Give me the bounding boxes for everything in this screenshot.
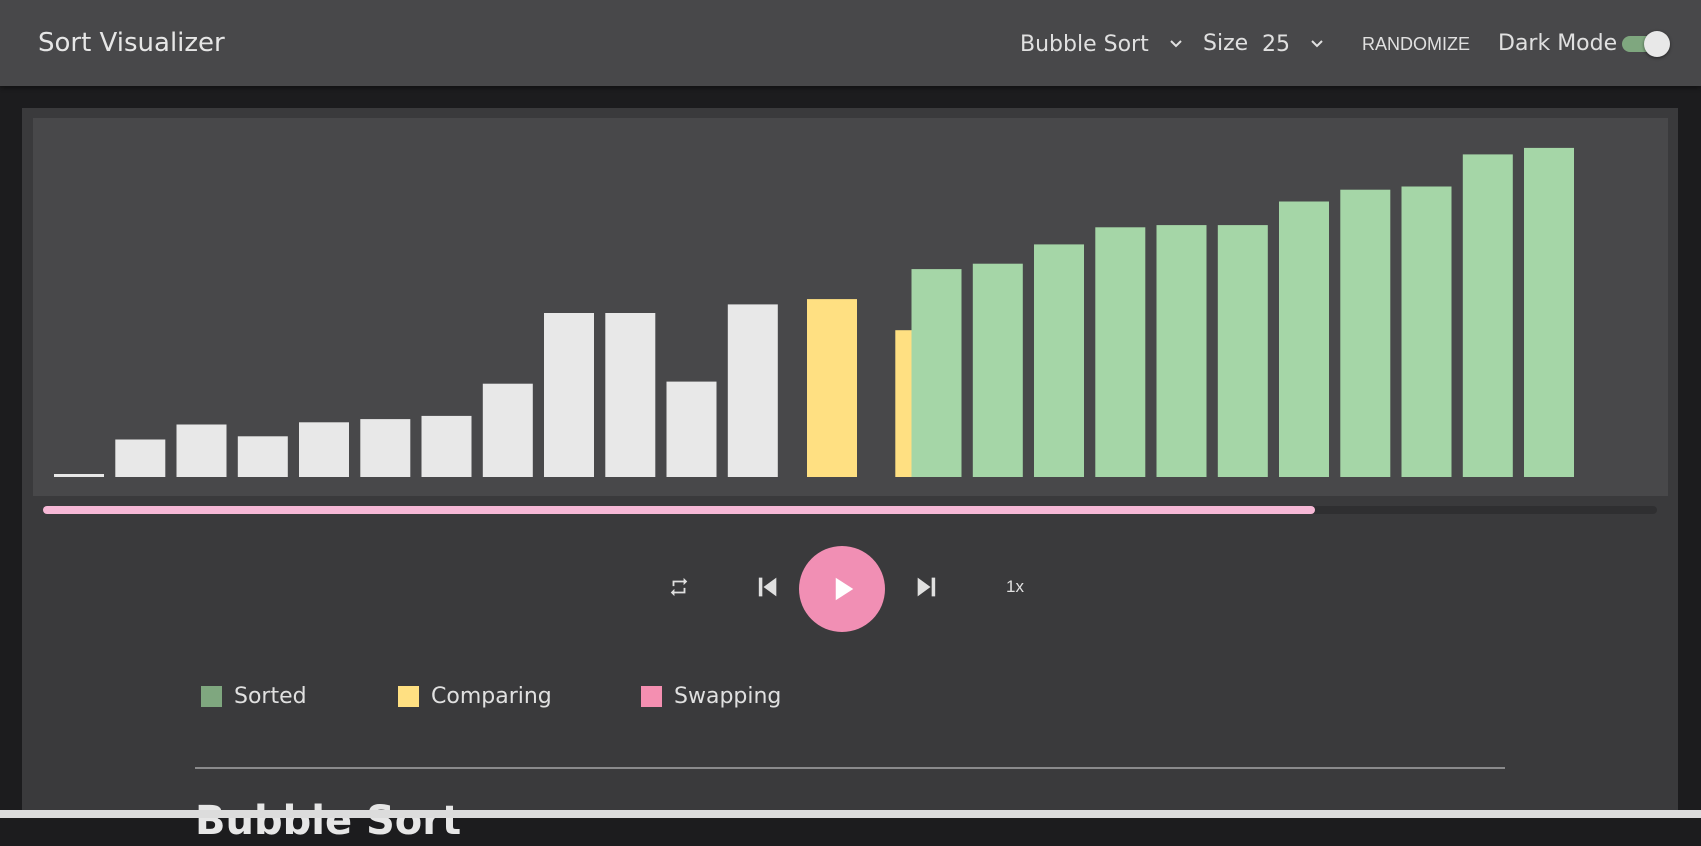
repeat-button[interactable] [662,570,696,604]
bar-21 [1279,201,1329,477]
bar-20 [1217,225,1268,477]
play-icon [835,577,854,601]
progress-slider[interactable] [43,506,1657,514]
bar-19 [1156,225,1207,477]
bar-18 [1095,227,1146,477]
bar-22 [1340,189,1391,477]
progress-fill [43,506,1315,514]
main-card: 1x Sorted Comparing Swapping Bubble Sort [22,108,1678,844]
comparing-swatch [398,685,419,707]
bar-16 [972,263,1023,477]
horizontal-scrollbar[interactable] [0,810,1701,818]
legend-sorted: Sorted [201,680,307,712]
size-label: Size [1203,31,1249,56]
bar-1 [54,474,104,477]
bar-12 [727,304,778,477]
bar-23 [1401,186,1452,477]
legend-comparing: Comparing [398,680,552,712]
skip-previous-icon [758,577,777,597]
skip-next-icon [917,577,936,597]
dark-mode-toggle[interactable] [1622,30,1674,57]
bar-7 [421,415,472,477]
bar-chart [54,147,1574,477]
bar-6 [360,419,411,477]
sorted-swatch [201,685,222,707]
bar-10 [605,313,656,477]
next-step-button[interactable] [906,566,948,608]
previous-step-button[interactable] [746,566,788,608]
legend-comparing-label: Comparing [431,683,552,709]
bar-13 [807,299,857,477]
section-divider [195,767,1505,769]
bar-11 [666,381,717,477]
algorithm-select[interactable]: Bubble Sort [1020,28,1183,60]
repeat-icon [670,577,688,597]
swapping-swatch [641,685,662,707]
bar-4 [237,436,288,477]
legend-swapping-label: Swapping [674,683,782,709]
speed-button[interactable]: 1x [990,572,1040,602]
legend-sorted-label: Sorted [234,683,307,709]
bar-3 [176,424,227,477]
size-select[interactable]: 25 [1262,28,1324,60]
app-bar: Sort Visualizer Bubble Sort Size 25 RAND… [0,0,1701,86]
size-select-value: 25 [1262,31,1290,57]
dark-mode-label: Dark Mode [1498,31,1618,56]
legend-swapping: Swapping [641,680,781,712]
algorithm-select-value: Bubble Sort [1020,31,1149,57]
randomize-button[interactable]: RANDOMIZE [1362,28,1470,60]
bar-17 [1034,244,1084,477]
app-title: Sort Visualizer [38,28,225,58]
bar-chart-panel [33,118,1668,496]
bar-8 [482,383,533,477]
bar-5 [299,422,349,477]
play-button[interactable] [799,546,885,632]
bar-24 [1462,154,1513,477]
chevron-down-icon [1310,37,1324,51]
bar-9 [544,313,594,477]
section-heading: Bubble Sort [195,798,462,844]
toggle-knob [1644,31,1670,57]
bar-15 [911,269,962,477]
bar-2 [115,439,166,477]
chevron-down-icon [1169,37,1183,51]
bar-25 [1524,147,1574,477]
